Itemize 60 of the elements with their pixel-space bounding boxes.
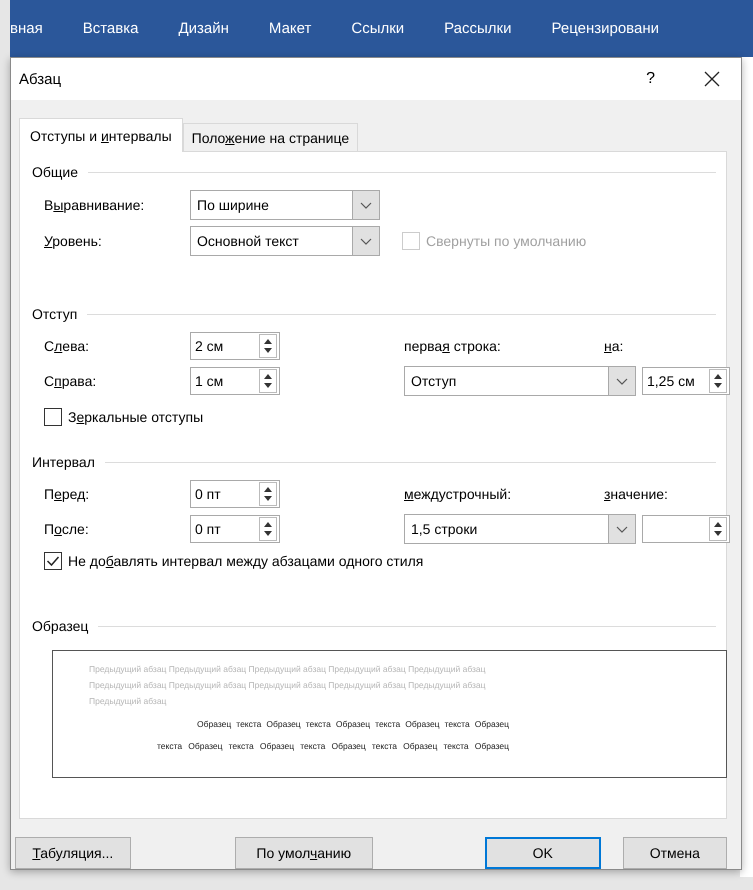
checkbox[interactable]	[44, 552, 62, 570]
field-label: Слева:	[44, 338, 90, 354]
sample-text: текста Образец текста Образец текста Образец текста Образец текста Образец	[156, 740, 509, 753]
tab[interactable]: Положение на странице	[182, 123, 358, 152]
checkbox[interactable]	[44, 408, 62, 426]
field-label: Справа:	[44, 373, 98, 389]
chevron-down-icon	[608, 515, 635, 543]
dialog-button[interactable]: Отмена	[622, 837, 727, 869]
up-down-arrows-icon	[259, 517, 277, 541]
up-down-arrows-icon	[709, 369, 727, 393]
up-down-arrows-icon	[709, 517, 727, 541]
field-label: Выравнивание:	[44, 197, 146, 213]
checkbox-label: Свернуты по умолчанию	[426, 233, 586, 249]
spinner-field[interactable]: 0 пт	[190, 480, 280, 508]
ribbon-tab[interactable]: Ссылки	[331, 20, 424, 37]
chevron-down-icon	[352, 191, 379, 219]
checkbox-label: Не добавлять интервал между абзацами одного стиля	[68, 553, 424, 569]
field-label: Перед:	[44, 486, 90, 502]
preview-text: Предыдущий абзац Предыдущий абзац Предыдущий абзац Предыдущий абзац Предыдущий абзац	[89, 679, 486, 692]
up-down-arrows-icon	[259, 369, 277, 393]
ribbon-tab[interactable]: Вставка	[62, 20, 158, 37]
field-label: междустрочный:	[404, 486, 512, 502]
chevron-down-icon	[608, 367, 635, 395]
ribbon-tab[interactable]: Дизайн	[158, 20, 249, 37]
up-down-arrows-icon	[259, 334, 277, 358]
section-title: Интервал	[32, 454, 95, 470]
dropdown[interactable]: Основной текст	[190, 226, 380, 256]
dialog-title: Абзац	[19, 70, 62, 88]
spinner-field[interactable]: 1,25 см	[642, 367, 730, 395]
section-title: Образец	[32, 618, 88, 634]
spinner-field[interactable]	[642, 515, 730, 543]
tab[interactable]: Отступы и интервалы	[19, 118, 183, 152]
dropdown[interactable]: 1,5 строки	[404, 514, 636, 544]
ribbon-tab[interactable]: Макет	[248, 20, 332, 37]
section-title: Отступ	[32, 306, 78, 322]
close-icon[interactable]	[703, 70, 721, 88]
field-label: Уровень:	[44, 233, 103, 249]
preview-text: Предыдущий абзац Предыдущий абзац Предыдущий абзац Предыдущий абзац Предыдущий абзац	[89, 663, 486, 676]
chevron-down-icon	[352, 227, 379, 255]
sample-text: Образец текста Образец текста Образец текста Образец текста Образец	[196, 718, 509, 731]
spinner-field[interactable]: 1 см	[190, 367, 280, 395]
spinner-field[interactable]: 2 см	[190, 332, 280, 360]
ribbon-tab[interactable]: Рассылки	[424, 20, 532, 37]
field-label: первая строка:	[404, 338, 502, 354]
preview-text: Предыдущий абзац	[89, 695, 168, 708]
section-title: Общие	[32, 164, 78, 180]
field-label: значение:	[604, 486, 669, 502]
dropdown[interactable]: Отступ	[404, 366, 636, 396]
field-label: После:	[44, 521, 90, 537]
spinner-field[interactable]: 0 пт	[190, 515, 280, 543]
dropdown[interactable]: По ширине	[190, 190, 380, 220]
dialog-button[interactable]: OK	[484, 837, 601, 869]
help-button[interactable]: ?	[646, 70, 655, 88]
field-label: на:	[604, 338, 624, 354]
up-down-arrows-icon	[259, 482, 277, 506]
ribbon-tab[interactable]: вная	[10, 20, 63, 37]
ribbon-tab[interactable]: Рецензировани	[532, 20, 679, 37]
dialog-button[interactable]: Табуляция...	[15, 837, 131, 869]
dialog-button[interactable]: По умолчанию	[234, 837, 373, 869]
checkbox-label: Зеркальные отступы	[68, 409, 204, 425]
